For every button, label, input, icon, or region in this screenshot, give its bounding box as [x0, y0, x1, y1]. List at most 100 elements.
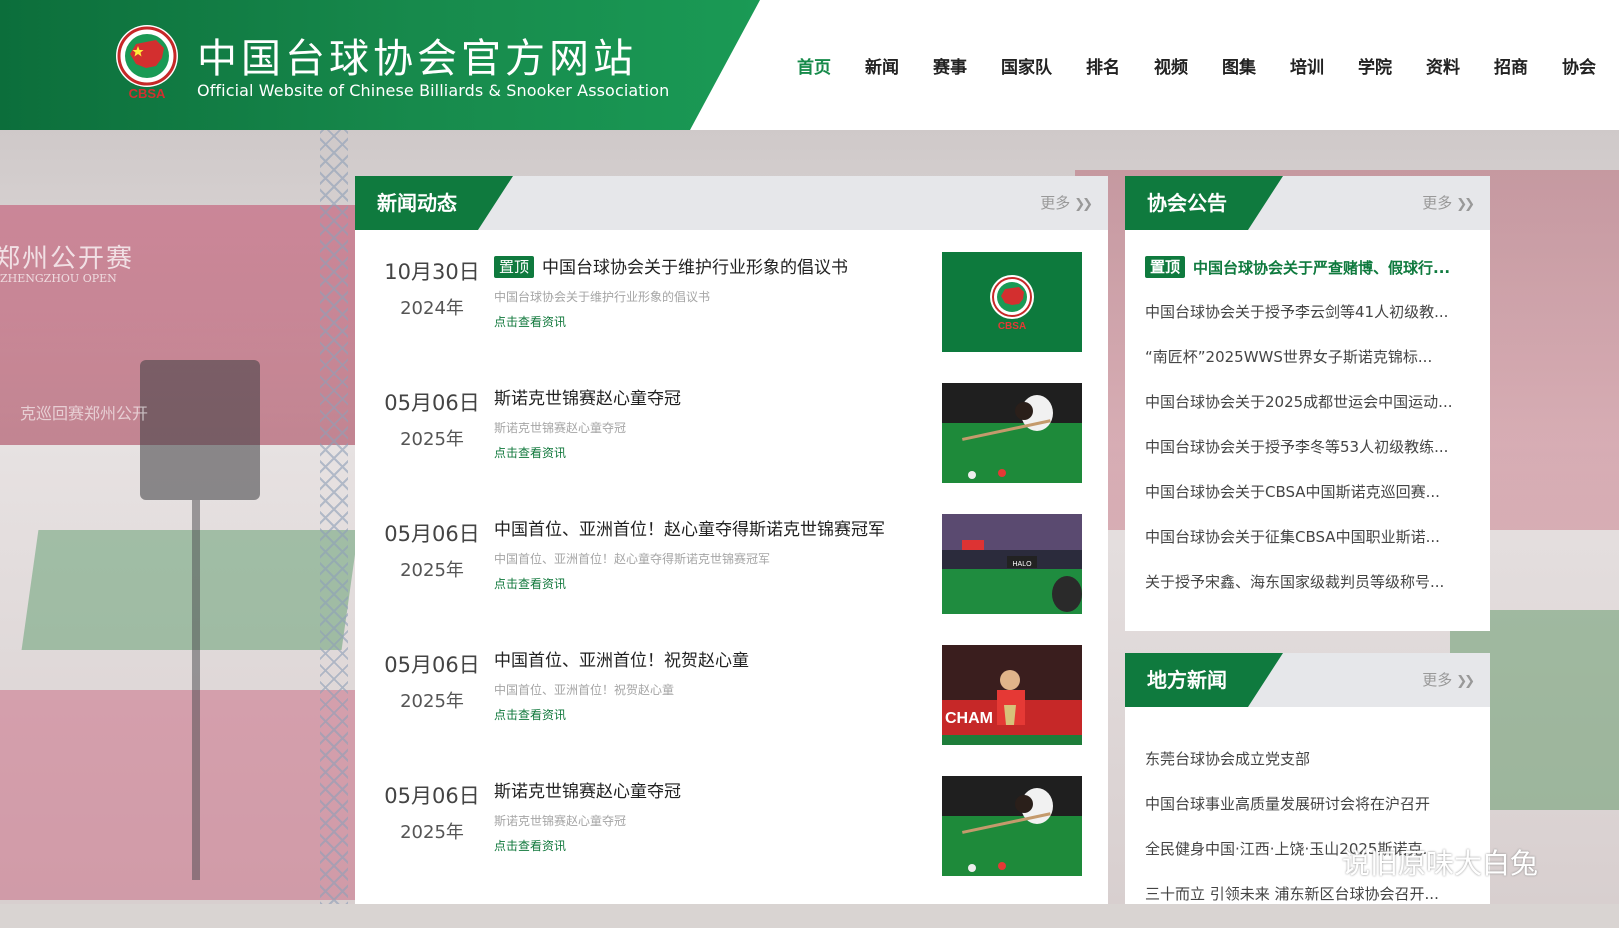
- bg-sign-title: 郑州公开赛: [0, 244, 135, 274]
- nav-training[interactable]: 培训: [1273, 53, 1341, 78]
- notice-item[interactable]: 中国台球协会关于征集CBSA中国职业斯诺...: [1145, 526, 1475, 571]
- local-panel-header: 地方新闻 更多 ❯❯: [1125, 653, 1490, 707]
- notice-item-pinned[interactable]: 置顶 中国台球协会关于严查赌博、假球行...: [1145, 256, 1475, 301]
- local-panel-title: 地方新闻: [1125, 653, 1283, 707]
- news-item[interactable]: 10月30日 2024年 置顶 中国台球协会关于维护行业形象的倡议书 中国台球协会…: [355, 252, 1108, 387]
- pinned-badge: 置顶: [494, 256, 535, 278]
- notice-item[interactable]: 中国台球协会关于CBSA中国斯诺克巡回赛...: [1145, 481, 1475, 526]
- news-date-year: 2025年: [400, 691, 464, 712]
- news-date: 10月30日 2024年: [381, 256, 483, 320]
- double-chevron-right-icon: ❯❯: [1074, 197, 1093, 212]
- notice-item[interactable]: 中国台球协会关于2025成都世运会中国运动...: [1145, 391, 1475, 436]
- news-body: 置顶 中国台球协会关于维护行业形象的倡议书 中国台球协会关于维护行业形象的倡议书 …: [494, 256, 909, 330]
- local-more-link[interactable]: 更多 ❯❯: [1422, 653, 1475, 709]
- nav-home[interactable]: 首页: [780, 53, 848, 78]
- notice-panel-title: 协会公告: [1125, 176, 1283, 230]
- news-thumbnail-player[interactable]: [942, 776, 1082, 876]
- notice-item[interactable]: 中国台球协会关于授予李冬等53人初级教练...: [1145, 436, 1475, 481]
- bg-sign-en: ZHENGZHOU OPEN: [0, 272, 117, 285]
- pinned-badge: 置顶: [1145, 256, 1186, 278]
- news-date-day: 05月06日: [384, 784, 480, 808]
- nav-association[interactable]: 协会: [1545, 53, 1613, 78]
- local-news-item[interactable]: 东莞台球协会成立党支部: [1145, 748, 1475, 793]
- news-summary: 中国首位、亚洲首位！赵心童夺得斯诺克世锦赛冠军: [494, 552, 771, 566]
- bg-tripod: [180, 500, 220, 880]
- bg-truss: [320, 130, 348, 904]
- news-date-year: 2025年: [400, 429, 464, 450]
- more-label: 更多: [1040, 194, 1071, 212]
- notice-panel-header: 协会公告 更多 ❯❯: [1125, 176, 1490, 230]
- news-read-more-link[interactable]: 点击查看资讯: [494, 313, 909, 330]
- notice-text: 中国台球协会关于严查赌博、假球行...: [1193, 259, 1451, 277]
- nav-gallery[interactable]: 图集: [1205, 53, 1273, 78]
- nav-resources[interactable]: 资料: [1409, 53, 1477, 78]
- news-date: 05月06日 2025年: [381, 387, 483, 451]
- notice-more-link[interactable]: 更多 ❯❯: [1422, 176, 1475, 232]
- news-date-day: 05月06日: [384, 391, 480, 415]
- news-date-day: 05月06日: [384, 522, 480, 546]
- nav-rankings[interactable]: 排名: [1069, 53, 1137, 78]
- thumb-cham-text: CHAM: [945, 710, 993, 727]
- bg-camera: [140, 360, 260, 500]
- news-thumbnail-arena[interactable]: HALO: [942, 514, 1082, 614]
- news-title[interactable]: 斯诺克世锦赛赵心童夺冠: [494, 387, 909, 411]
- news-title[interactable]: 斯诺克世锦赛赵心童夺冠: [494, 780, 909, 804]
- nav-events[interactable]: 赛事: [916, 53, 984, 78]
- news-date: 05月06日 2025年: [381, 518, 483, 582]
- news-item[interactable]: 05月06日 2025年 斯诺克世锦赛赵心童夺冠 斯诺克世锦赛赵心童夺冠 点击查…: [355, 776, 1108, 911]
- news-read-more-link[interactable]: 点击查看资讯: [494, 575, 909, 592]
- news-body: 中国首位、亚洲首位！祝贺赵心童 中国首位、亚洲首位！祝贺赵心童 点击查看资讯: [494, 649, 909, 723]
- news-panel-header: 新闻动态 更多 ❯❯: [355, 176, 1108, 230]
- notice-item[interactable]: 关于授予宋鑫、海东国家级裁判员等级称号...: [1145, 571, 1475, 616]
- news-read-more-link[interactable]: 点击查看资讯: [494, 706, 909, 723]
- news-date-year: 2025年: [400, 822, 464, 843]
- news-body: 斯诺克世锦赛赵心童夺冠 斯诺克世锦赛赵心童夺冠 点击查看资讯: [494, 780, 909, 854]
- nav-academy[interactable]: 学院: [1341, 53, 1409, 78]
- notice-item[interactable]: “南匠杯”2025WWS世界女子斯诺克锦标...: [1145, 346, 1475, 391]
- nav-national-team[interactable]: 国家队: [984, 53, 1069, 78]
- news-date-day: 10月30日: [384, 260, 480, 284]
- watermark-text: 说旧原味大白兔: [1342, 847, 1539, 880]
- news-title[interactable]: 中国首位、亚洲首位！赵心童夺得斯诺克世锦赛冠军: [494, 518, 909, 542]
- news-item[interactable]: 05月06日 2025年 中国首位、亚洲首位！赵心童夺得斯诺克世锦赛冠军 中国首…: [355, 514, 1108, 649]
- notice-panel: 协会公告 更多 ❯❯ 置顶 中国台球协会关于严查赌博、假球行... 中国台球协会关于…: [1125, 176, 1490, 631]
- news-date: 05月06日 2025年: [381, 780, 483, 844]
- news-read-more-link[interactable]: 点击查看资讯: [494, 444, 909, 461]
- nav-sponsorship[interactable]: 招商: [1477, 53, 1545, 78]
- notice-list: 置顶 中国台球协会关于严查赌博、假球行... 中国台球协会关于授予李云剑等41人初…: [1145, 256, 1475, 616]
- local-news-item[interactable]: 中国台球事业高质量发展研讨会将在沪召开: [1145, 793, 1475, 838]
- news-title[interactable]: 中国首位、亚洲首位！祝贺赵心童: [494, 649, 909, 673]
- news-thumbnail-logo[interactable]: CBSA: [942, 252, 1082, 352]
- local-news-item[interactable]: 三十而立 引领未来 浦东新区台球协会召开...: [1145, 883, 1475, 928]
- double-chevron-right-icon: ❯❯: [1456, 197, 1475, 212]
- more-label: 更多: [1422, 194, 1453, 212]
- news-thumbnail-trophy[interactable]: CHAM: [942, 645, 1082, 745]
- news-title[interactable]: 置顶 中国台球协会关于维护行业形象的倡议书: [494, 256, 909, 280]
- news-summary: 中国台球协会关于维护行业形象的倡议书: [494, 290, 711, 304]
- nav-news[interactable]: 新闻: [848, 53, 916, 78]
- more-label: 更多: [1422, 671, 1453, 689]
- notice-item[interactable]: 中国台球协会关于授予李云剑等41人初级教...: [1145, 301, 1475, 346]
- site-title: 中国台球协会官方网站: [197, 36, 637, 82]
- news-read-more-link[interactable]: 点击查看资讯: [494, 837, 909, 854]
- news-summary: 斯诺克世锦赛赵心童夺冠: [494, 814, 627, 828]
- news-panel-title: 新闻动态: [355, 176, 513, 230]
- site-header: CBSA 中国台球协会官方网站 Official Website of Chin…: [0, 0, 1619, 130]
- site-subtitle: Official Website of Chinese Billiards & …: [197, 81, 670, 100]
- news-more-link[interactable]: 更多 ❯❯: [1040, 176, 1093, 232]
- news-date-year: 2025年: [400, 560, 464, 581]
- thumb-logo-text: CBSA: [998, 321, 1026, 332]
- cbsa-logo-icon[interactable]: CBSA: [112, 22, 182, 102]
- news-title-text: 中国台球协会关于维护行业形象的倡议书: [542, 258, 849, 278]
- news-thumbnail-player[interactable]: [942, 383, 1082, 483]
- news-date-year: 2024年: [400, 298, 464, 319]
- news-panel: 新闻动态 更多 ❯❯ 10月30日 2024年 置顶 中国台球协会关于维护行业形象的…: [355, 176, 1108, 904]
- main-nav: 首页 新闻 赛事 国家队 排名 视频 图集 培训 学院 资料 招商 协会: [780, 0, 1613, 130]
- double-chevron-right-icon: ❯❯: [1456, 674, 1475, 689]
- news-item[interactable]: 05月06日 2025年 中国首位、亚洲首位！祝贺赵心童 中国首位、亚洲首位！祝…: [355, 645, 1108, 780]
- news-item[interactable]: 05月06日 2025年 斯诺克世锦赛赵心童夺冠 斯诺克世锦赛赵心童夺冠 点击查…: [355, 383, 1108, 518]
- news-summary: 斯诺克世锦赛赵心童夺冠: [494, 421, 627, 435]
- bg-sign-bottom: 克巡回赛郑州公开: [20, 404, 149, 423]
- news-date-day: 05月06日: [384, 653, 480, 677]
- nav-videos[interactable]: 视频: [1137, 53, 1205, 78]
